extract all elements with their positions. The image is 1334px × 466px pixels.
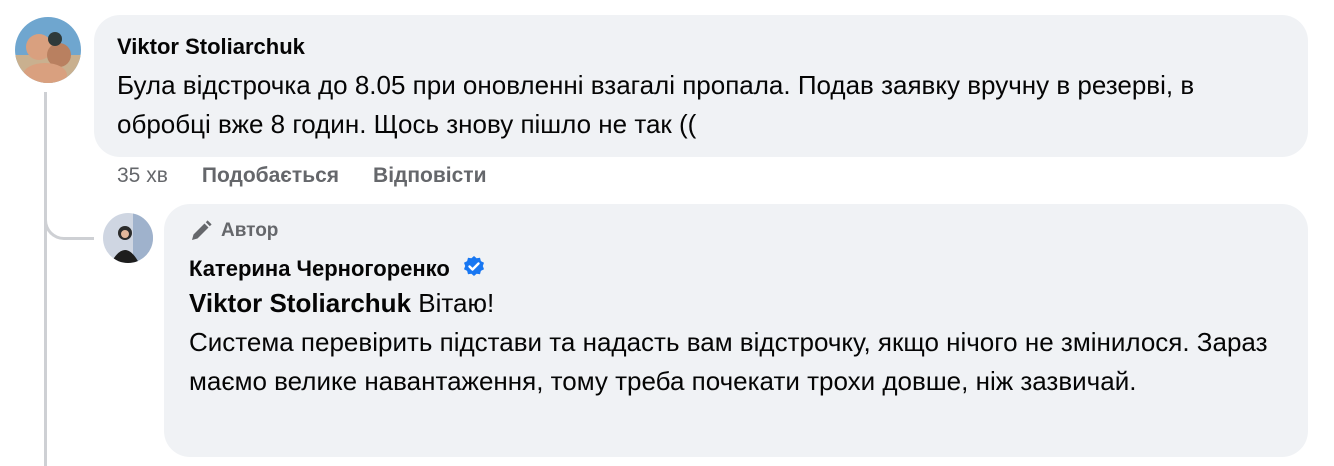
comment-bubble: Viktor Stoliarchuk Була відстрочка до 8.…	[94, 15, 1308, 157]
verified-badge-icon	[462, 255, 486, 279]
comment-text: Була відстрочка до 8.05 при оновленні вз…	[117, 70, 1195, 139]
reply-bubble: Автор Катерина Черногоренко Viktor Stoli…	[164, 204, 1308, 457]
like-button[interactable]: Подобається	[202, 164, 339, 188]
replier-avatar[interactable]	[103, 213, 153, 263]
reply-author-name[interactable]: Катерина Черногоренко	[189, 256, 450, 281]
thread-line-curve	[44, 200, 94, 240]
pen-icon	[189, 219, 213, 243]
comment-author-name[interactable]: Viktor Stoliarchuk	[117, 34, 305, 60]
commenter-avatar[interactable]	[15, 17, 81, 83]
thread-line-vertical	[44, 92, 47, 466]
mention-link[interactable]: Viktor Stoliarchuk	[189, 288, 411, 318]
author-badge: Автор	[189, 219, 278, 243]
comment-time[interactable]: 35 хв	[117, 164, 168, 188]
reply-button[interactable]: Відповісти	[373, 164, 486, 188]
reply-greeting-line: Viktor Stoliarchuk Вітаю!	[189, 284, 494, 323]
reply-text: Система перевірить підстави та надасть в…	[189, 327, 1268, 396]
author-badge-label: Автор	[221, 220, 279, 241]
reply-greeting: Вітаю!	[418, 288, 495, 318]
reply-author-row: Катерина Черногоренко	[189, 255, 486, 282]
comment-actions: 35 хв Подобається Відповісти	[117, 164, 521, 188]
